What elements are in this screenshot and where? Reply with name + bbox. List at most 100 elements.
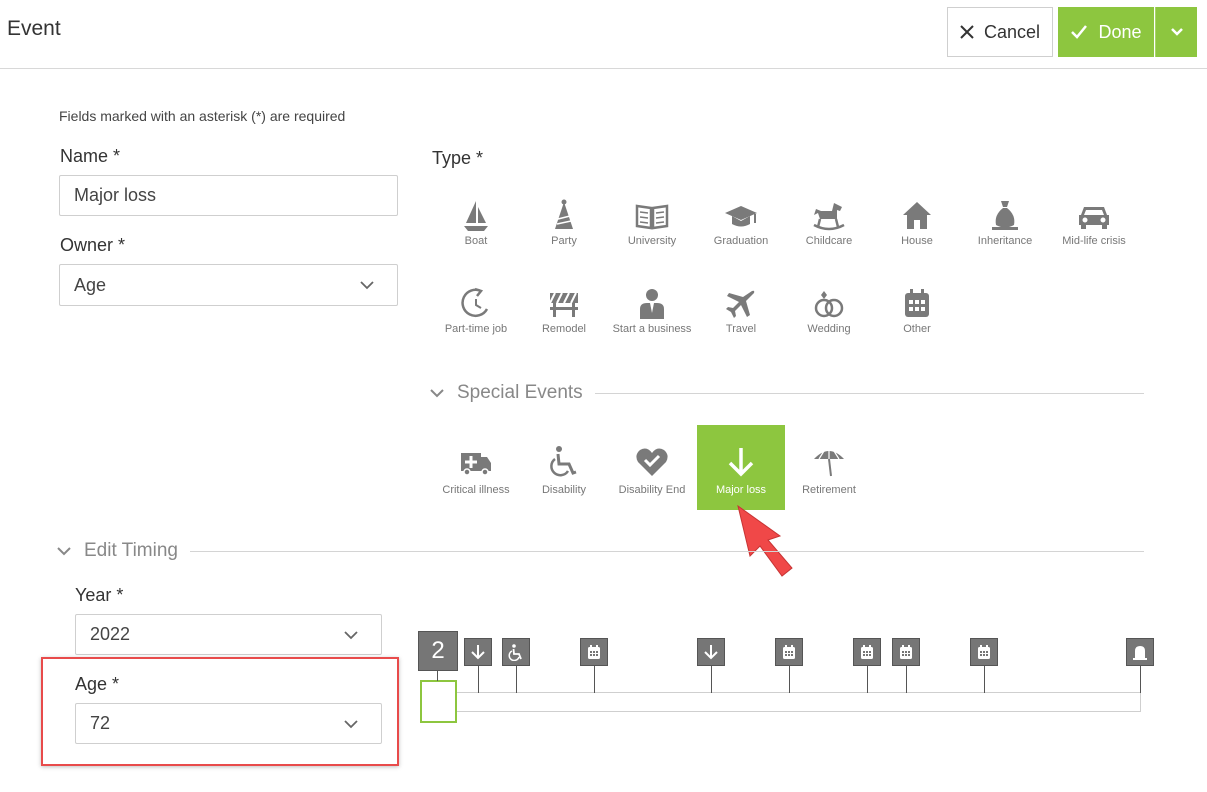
age-highlight-box xyxy=(41,657,399,766)
timeline-marker[interactable] xyxy=(1126,638,1154,666)
type-inheritance[interactable]: Inheritance xyxy=(961,195,1049,271)
chevron-down-icon xyxy=(1170,28,1183,36)
header-bar: Event Cancel Done xyxy=(0,0,1207,69)
calendar-icon xyxy=(905,289,929,317)
special-disability[interactable]: Disability xyxy=(520,425,608,510)
type-start-a-business[interactable]: Start a business xyxy=(608,283,696,359)
type-other[interactable]: Other xyxy=(873,283,961,359)
timeline-marker[interactable] xyxy=(892,638,920,666)
owner-select[interactable]: Age xyxy=(59,264,398,306)
chevron-down-icon xyxy=(360,281,374,290)
done-dropdown-button[interactable] xyxy=(1155,7,1197,57)
umbrella-icon xyxy=(814,449,844,477)
close-icon xyxy=(960,25,974,39)
arrow-down-icon xyxy=(728,448,754,477)
special-retirement[interactable]: Retirement xyxy=(785,425,873,510)
airplane-icon xyxy=(726,290,755,318)
name-input[interactable]: Major loss xyxy=(59,175,398,216)
year-label: Year * xyxy=(75,585,124,605)
timeline-track[interactable] xyxy=(456,692,1141,712)
done-button[interactable]: Done xyxy=(1058,7,1154,57)
special-disability-end[interactable]: Disability End xyxy=(608,425,696,510)
required-note: Fields marked with an asterisk (*) are r… xyxy=(59,108,346,124)
name-label: Name * xyxy=(60,146,121,166)
timeline-marker[interactable] xyxy=(697,638,725,666)
tombstone-icon xyxy=(1133,646,1147,660)
timeline-stem xyxy=(906,666,907,693)
special-events-title: Special Events xyxy=(457,382,583,403)
edit-timing-title: Edit Timing xyxy=(84,540,178,561)
timeline-marker[interactable] xyxy=(775,638,803,666)
type-remodel[interactable]: Remodel xyxy=(520,283,608,359)
divider xyxy=(189,550,1144,552)
businessman-icon xyxy=(640,289,664,319)
party-hat-icon xyxy=(555,199,573,229)
timeline-stem xyxy=(516,666,517,693)
rings-icon xyxy=(814,291,844,318)
type-label: Type * xyxy=(432,148,484,168)
name-input-value: Major loss xyxy=(74,185,157,205)
chevron-down-icon xyxy=(57,547,71,556)
heart-check-icon xyxy=(636,448,668,476)
type-graduation[interactable]: Graduation xyxy=(697,195,785,271)
timeline-current-number: 2 xyxy=(431,637,445,664)
barrier-icon xyxy=(549,292,578,317)
book-icon xyxy=(635,204,669,230)
edit-timing-header[interactable]: Edit Timing xyxy=(56,540,1144,562)
owner-select-value: Age xyxy=(74,274,107,295)
special-critical-illness[interactable]: Critical illness xyxy=(432,425,520,510)
timeline-stem xyxy=(984,666,985,693)
year-select-value: 2022 xyxy=(90,624,131,644)
type-wedding[interactable]: Wedding xyxy=(785,283,873,359)
car-icon xyxy=(1079,207,1109,229)
wheelchair-icon xyxy=(508,644,522,661)
clock-arrow-icon xyxy=(461,287,489,318)
check-icon xyxy=(1071,25,1088,39)
arrow-down-icon xyxy=(704,645,718,660)
money-bag-icon xyxy=(992,201,1018,230)
type-university[interactable]: University xyxy=(608,195,696,271)
calendar-icon xyxy=(978,645,990,659)
type-childcare[interactable]: Childcare xyxy=(785,195,873,271)
wheelchair-icon xyxy=(550,446,577,477)
timeline-stem xyxy=(437,671,438,681)
graduation-cap-icon xyxy=(725,206,757,227)
calendar-icon xyxy=(861,645,873,659)
year-select[interactable]: 2022 xyxy=(75,614,382,655)
type-mid-life-crisis[interactable]: Mid-life crisis xyxy=(1050,195,1138,271)
arrow-down-icon xyxy=(471,645,485,660)
type-other-label: Other xyxy=(903,323,931,335)
special-major-loss[interactable]: Major loss xyxy=(697,425,785,510)
done-label: Done xyxy=(1098,21,1142,42)
timeline-stem xyxy=(867,666,868,693)
type-house[interactable]: House xyxy=(873,195,961,271)
calendar-icon xyxy=(900,645,912,659)
type-part-time-job[interactable]: Part-time job xyxy=(432,283,520,359)
cancel-button[interactable]: Cancel xyxy=(947,7,1053,57)
type-travel[interactable]: Travel xyxy=(697,283,785,359)
cancel-label: Cancel xyxy=(983,21,1041,42)
house-icon xyxy=(903,202,931,229)
timeline-marker[interactable] xyxy=(853,638,881,666)
timeline-stem xyxy=(1140,666,1141,693)
type-party[interactable]: Party xyxy=(520,195,608,271)
timeline-current-slot[interactable] xyxy=(420,680,457,723)
type-boat[interactable]: Boat xyxy=(432,195,520,271)
timeline-marker[interactable] xyxy=(970,638,998,666)
timeline-marker[interactable] xyxy=(464,638,492,666)
timeline-current-marker[interactable]: 2 xyxy=(418,631,458,671)
owner-label: Owner * xyxy=(60,235,126,255)
type-mid-life-crisis-label: Mid-life crisis xyxy=(1062,235,1126,247)
timeline-stem xyxy=(789,666,790,693)
ambulance-icon xyxy=(461,453,491,476)
chevron-down-icon xyxy=(430,389,444,398)
boat-icon xyxy=(464,201,488,231)
rocking-horse-icon xyxy=(813,203,845,231)
timeline-stem xyxy=(594,666,595,693)
timeline-marker[interactable] xyxy=(580,638,608,666)
timeline-marker[interactable] xyxy=(502,638,530,666)
timeline-stem xyxy=(478,666,479,693)
special-retirement-label: Retirement xyxy=(802,484,856,496)
timeline-stem xyxy=(711,666,712,693)
special-events-header[interactable]: Special Events xyxy=(429,382,1144,404)
